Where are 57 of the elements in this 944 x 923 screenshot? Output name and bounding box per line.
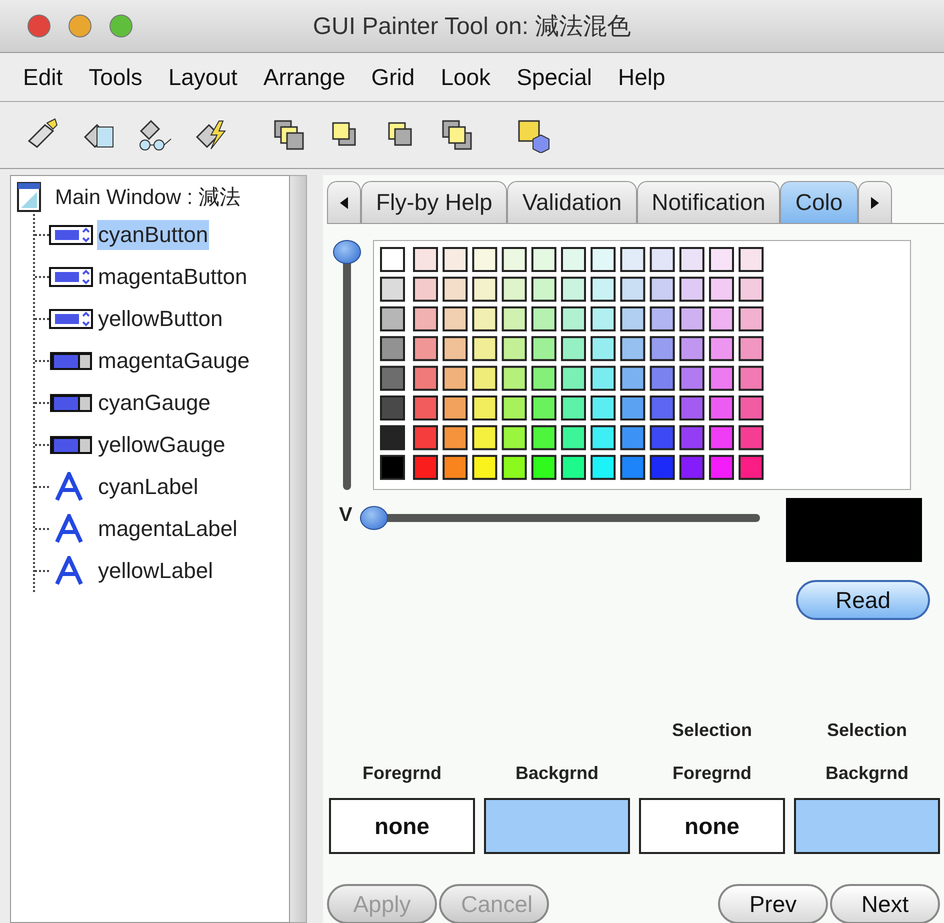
window-title: GUI Painter Tool on: 減法混色 bbox=[312, 12, 632, 42]
tree-item[interactable]: Main Window : 減法 bbox=[55, 183, 241, 211]
saturation-slider[interactable] bbox=[333, 240, 361, 490]
slot-heading: Backgrnd bbox=[515, 763, 599, 784]
slot-heading: Selection bbox=[672, 720, 752, 741]
close-icon[interactable] bbox=[27, 14, 51, 38]
menu-item[interactable]: Edit bbox=[10, 64, 76, 90]
left-arrow-icon bbox=[339, 196, 349, 210]
window-icon bbox=[17, 182, 41, 212]
slot-heading: Selection bbox=[826, 720, 908, 741]
menu-item[interactable]: Look bbox=[428, 64, 504, 90]
color-grid-drawing[interactable] bbox=[373, 240, 911, 490]
gauge-icon bbox=[49, 392, 93, 414]
menu-item[interactable]: Layout bbox=[155, 64, 250, 90]
tree-item[interactable]: magentaGauge bbox=[97, 346, 251, 376]
minimize-icon[interactable] bbox=[68, 14, 92, 38]
gauge-icon bbox=[49, 434, 93, 456]
spinner-icon bbox=[49, 308, 93, 330]
slot-heading: Foregrnd bbox=[362, 763, 442, 784]
tree-item[interactable]: yellowGauge bbox=[97, 430, 226, 460]
tree-item[interactable]: cyanButton bbox=[97, 220, 210, 250]
slot-heading: Backgrnd bbox=[825, 763, 909, 784]
read-button[interactable]: Read bbox=[796, 580, 930, 620]
slider-thumb[interactable] bbox=[360, 506, 388, 530]
tree-item[interactable]: yellowButton bbox=[97, 304, 224, 334]
value-slider[interactable] bbox=[360, 506, 760, 530]
tab-scroll-left-button[interactable] bbox=[327, 181, 361, 223]
tab[interactable]: Notification bbox=[636, 181, 780, 223]
spinner-icon bbox=[49, 266, 93, 288]
tree-item[interactable]: cyanGauge bbox=[97, 388, 212, 418]
slider-label: V bbox=[339, 504, 352, 527]
spinner-icon bbox=[49, 224, 93, 246]
color-slot[interactable] bbox=[484, 798, 630, 854]
color-slot[interactable]: none bbox=[329, 798, 475, 854]
slot-heading: Foregrnd bbox=[672, 763, 752, 784]
tree-item[interactable]: magentaButton bbox=[97, 262, 248, 292]
menu-item[interactable]: Arrange bbox=[250, 64, 358, 90]
color-slot[interactable]: none bbox=[639, 798, 785, 854]
dialog-button[interactable]: Next bbox=[830, 884, 940, 923]
tab[interactable]: Colo bbox=[780, 181, 858, 223]
tab[interactable]: Fly-by Help bbox=[361, 181, 508, 223]
color-slot[interactable] bbox=[794, 798, 940, 854]
slider-thumb[interactable] bbox=[333, 240, 361, 264]
menu-item[interactable]: Tools bbox=[76, 64, 156, 90]
tab-scroll-right-button[interactable] bbox=[858, 181, 892, 223]
zoom-icon[interactable] bbox=[109, 14, 133, 38]
gauge-icon bbox=[49, 350, 93, 372]
tab[interactable]: Validation bbox=[507, 181, 637, 223]
right-arrow-icon bbox=[870, 196, 880, 210]
menu-item[interactable]: Special bbox=[504, 64, 605, 90]
menu-item[interactable]: Grid bbox=[358, 64, 428, 90]
tree-item[interactable]: magentaLabel bbox=[97, 514, 238, 544]
scrollbar[interactable] bbox=[290, 175, 307, 923]
tree-item[interactable]: yellowLabel bbox=[97, 556, 214, 586]
tree-item[interactable]: cyanLabel bbox=[97, 472, 200, 502]
dialog-button[interactable]: Prev bbox=[718, 884, 828, 923]
menu-item[interactable]: Help bbox=[605, 64, 678, 90]
